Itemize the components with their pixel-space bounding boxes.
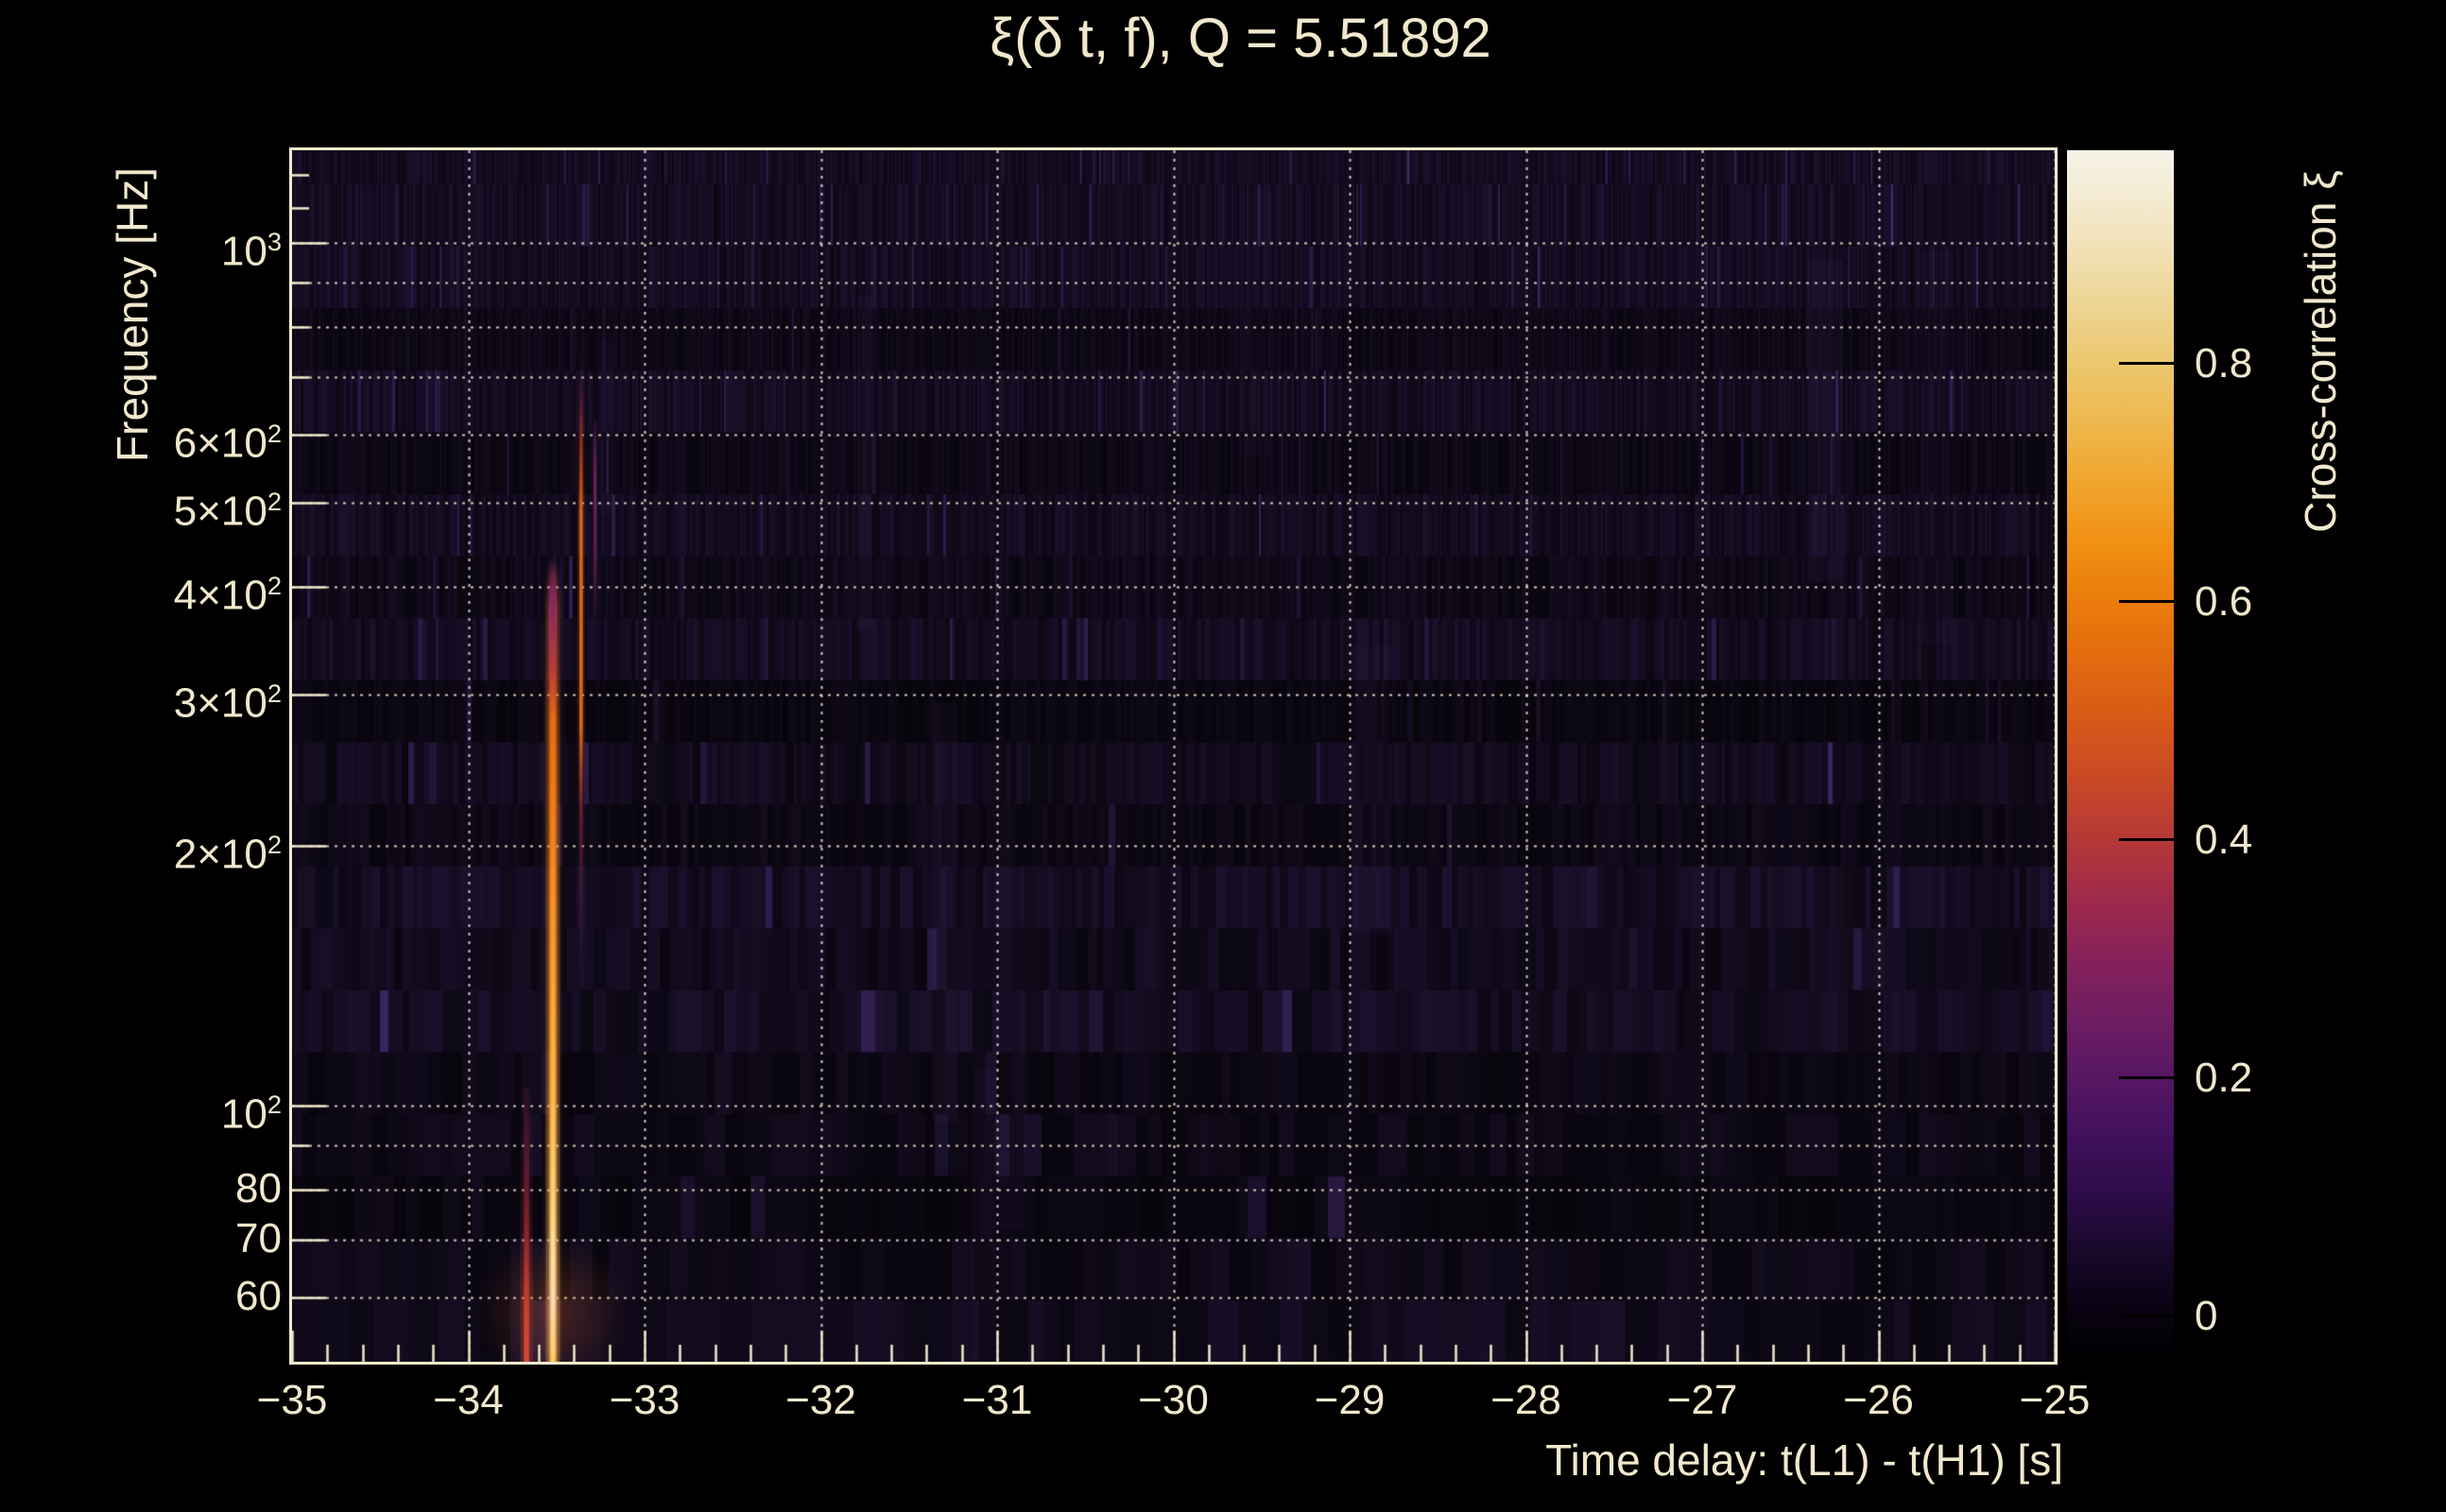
colorbar-tick bbox=[2119, 362, 2174, 366]
x-tick-label: −28 bbox=[1490, 1377, 1561, 1423]
y-tick-label: 5×102 bbox=[173, 487, 282, 535]
y-tick-label: 4×102 bbox=[173, 570, 282, 619]
colorbar-tick bbox=[2119, 1314, 2174, 1318]
figure: ξ(δ t, f), Q = 5.51892 Frequency [Hz] 10… bbox=[0, 0, 2446, 1512]
y-tick-label: 70 bbox=[235, 1214, 282, 1262]
y-tick-label: 3×102 bbox=[173, 678, 282, 727]
x-tick-label: −31 bbox=[961, 1377, 1033, 1423]
x-tick-label: −25 bbox=[2019, 1377, 2091, 1423]
colorbar bbox=[2067, 150, 2174, 1358]
y-tick-label: 80 bbox=[235, 1164, 282, 1211]
colorbar-tick bbox=[2119, 838, 2174, 842]
y-tick-label: 6×102 bbox=[173, 418, 282, 467]
heatmap-canvas bbox=[292, 150, 2055, 1362]
y-tick-label: 2×102 bbox=[173, 830, 282, 879]
x-tick-label: −34 bbox=[433, 1377, 504, 1423]
x-tick-label: −32 bbox=[785, 1377, 856, 1423]
x-axis-title: Time delay: t(L1) - t(H1) [s] bbox=[1545, 1435, 2063, 1485]
y-tick-label: 102 bbox=[220, 1090, 282, 1138]
x-tick-label: −26 bbox=[1843, 1377, 1914, 1423]
y-tick-label: 60 bbox=[235, 1272, 282, 1319]
colorbar-tick-label: 0.6 bbox=[2195, 577, 2253, 625]
colorbar-title: Cross-correlation ξ bbox=[2296, 170, 2345, 533]
colorbar-tick bbox=[2119, 1076, 2174, 1080]
colorbar-tick-label: 0.8 bbox=[2195, 339, 2253, 387]
colorbar-tick-label: 0 bbox=[2195, 1292, 2218, 1339]
x-tick-label: −33 bbox=[609, 1377, 680, 1423]
chart-title: ξ(δ t, f), Q = 5.51892 bbox=[990, 8, 1491, 69]
x-tick-label: −30 bbox=[1138, 1377, 1209, 1423]
colorbar-tick-label: 0.2 bbox=[2195, 1054, 2253, 1101]
y-tick-label: 103 bbox=[220, 227, 282, 276]
colorbar-tick bbox=[2119, 600, 2174, 604]
x-tick-label: −35 bbox=[256, 1377, 328, 1423]
x-tick-label: −29 bbox=[1314, 1377, 1386, 1423]
x-tick-label: −27 bbox=[1666, 1377, 1738, 1423]
colorbar-tick-label: 0.4 bbox=[2195, 816, 2253, 863]
